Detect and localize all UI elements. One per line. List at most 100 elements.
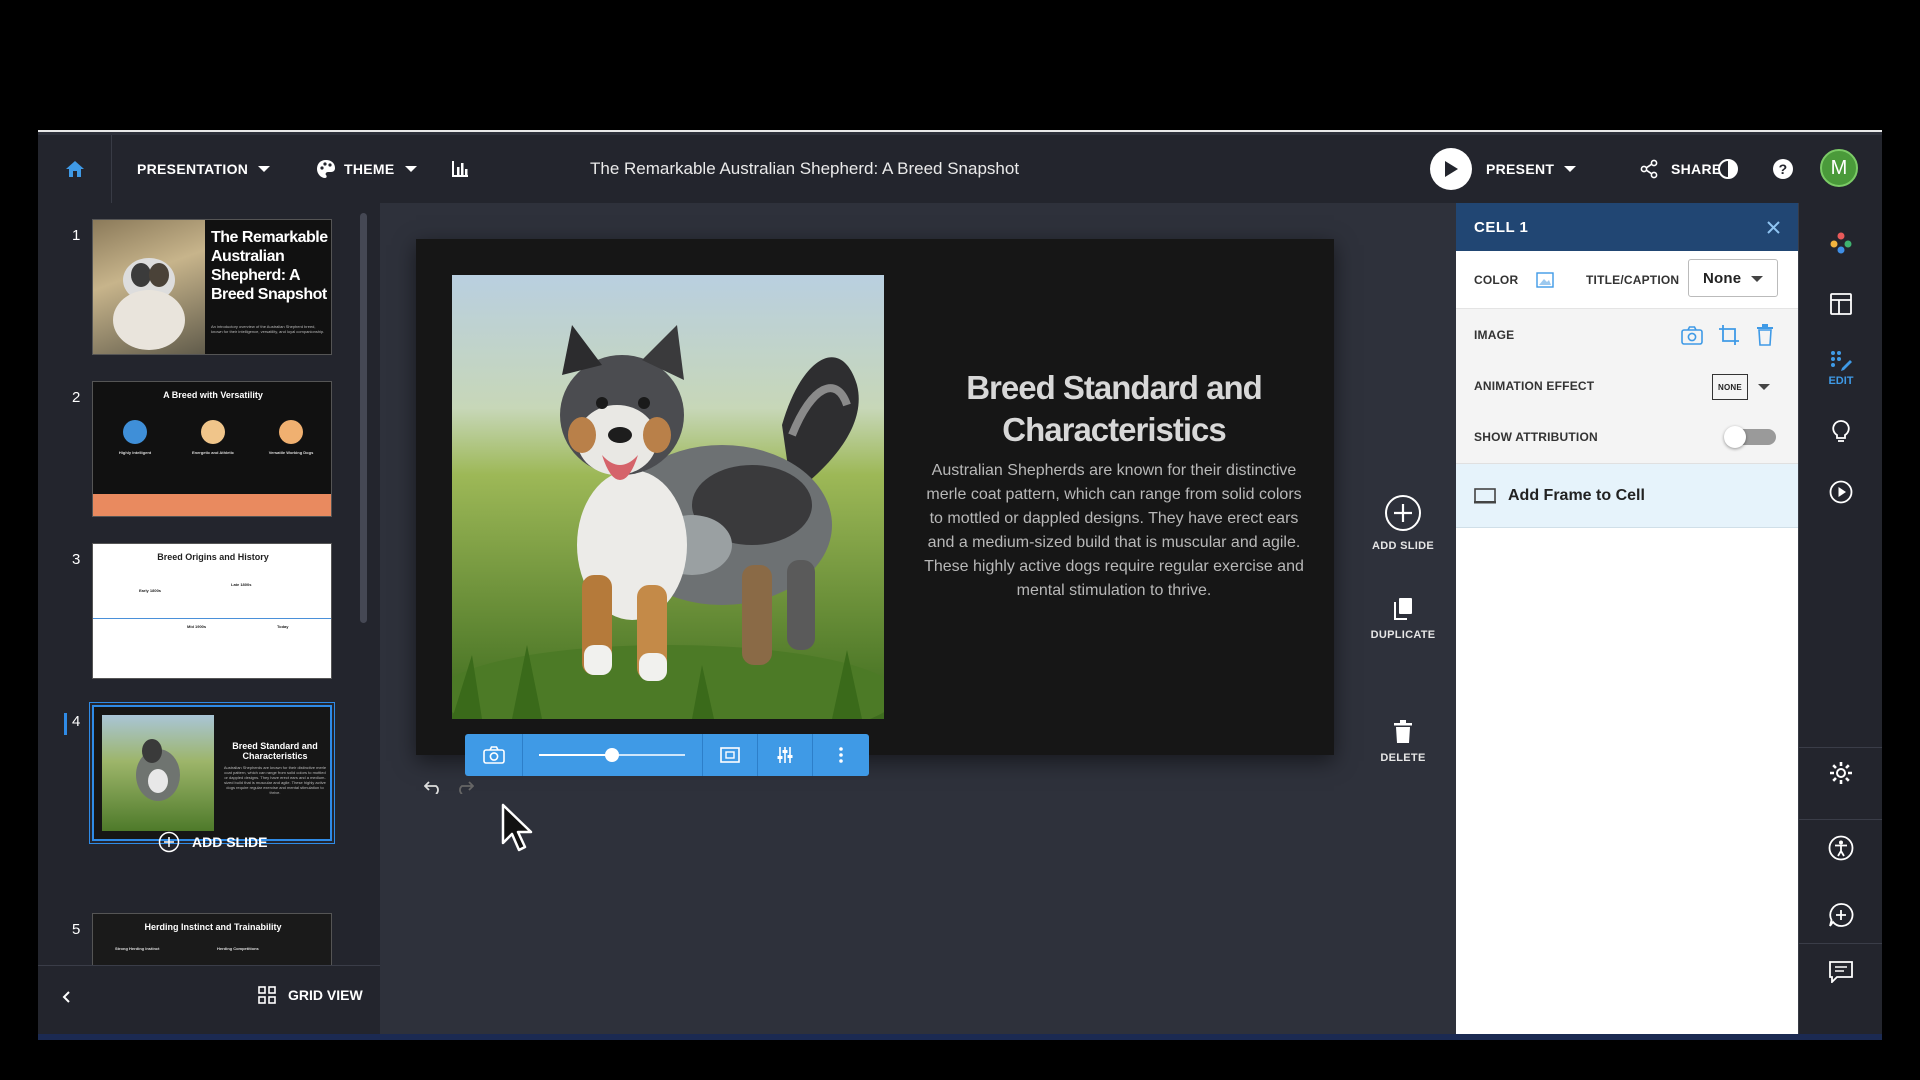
thumb-item: Strong Herding Instinct bbox=[115, 946, 160, 951]
thumb-photo bbox=[102, 715, 214, 831]
attribution-toggle[interactable] bbox=[1724, 426, 1776, 448]
theme-menu[interactable]: THEME bbox=[316, 135, 417, 203]
accessibility-icon bbox=[1828, 835, 1854, 861]
zoom-slider[interactable] bbox=[523, 734, 703, 776]
chevron-down-icon bbox=[1751, 276, 1763, 282]
thumb-title: The Remarkable Australian Shepherd: A Br… bbox=[211, 229, 328, 303]
chevron-down-icon bbox=[404, 166, 417, 172]
camera-icon bbox=[482, 746, 505, 764]
speaker-notes-button[interactable] bbox=[1799, 961, 1882, 983]
image-label: IMAGE bbox=[1474, 328, 1515, 342]
help-button[interactable]: ? bbox=[1772, 135, 1794, 203]
add-frame-button[interactable]: Add Frame to Cell bbox=[1456, 464, 1798, 528]
delete-slide-button[interactable]: DELETE bbox=[1358, 720, 1448, 764]
trash-icon[interactable] bbox=[1756, 324, 1774, 346]
home-button[interactable] bbox=[38, 135, 112, 203]
plus-circle-icon bbox=[1385, 495, 1421, 531]
settings-button[interactable] bbox=[1799, 761, 1882, 785]
add-slide-side-button[interactable]: ADD SLIDE bbox=[1358, 494, 1448, 552]
fit-image-button[interactable] bbox=[703, 734, 758, 776]
undo-redo-controls bbox=[424, 780, 474, 794]
slide-heading[interactable]: Breed Standard and Characteristics bbox=[914, 367, 1314, 451]
user-avatar[interactable]: M bbox=[1820, 149, 1858, 187]
animation-row: ANIMATION EFFECT NONE bbox=[1456, 361, 1798, 411]
present-label: PRESENT bbox=[1486, 161, 1555, 177]
edit-button[interactable]: EDIT bbox=[1799, 349, 1882, 387]
thumb-item: Energetic and Athletic bbox=[191, 450, 235, 455]
duplicate-icon bbox=[1394, 598, 1412, 620]
thumb-title: Herding Instinct and Trainability bbox=[144, 922, 282, 932]
window-bottom-border bbox=[38, 1034, 1882, 1040]
thumb-number: 4 bbox=[72, 713, 81, 730]
dog-icon bbox=[279, 420, 303, 444]
animation-select[interactable]: NONE bbox=[1712, 374, 1748, 400]
add-slide-label: ADD SLIDE bbox=[192, 834, 268, 850]
presentation-menu[interactable]: PRESENTATION bbox=[137, 135, 271, 203]
add-frame-label: Add Frame to Cell bbox=[1508, 486, 1645, 504]
share-button[interactable]: SHARE bbox=[1639, 135, 1722, 203]
image-adjust-button[interactable] bbox=[758, 734, 813, 776]
notes-icon bbox=[1829, 961, 1853, 983]
replace-image-button[interactable] bbox=[465, 734, 523, 776]
help-icon: ? bbox=[1773, 159, 1793, 179]
accessibility-button[interactable] bbox=[1799, 835, 1882, 861]
panel-title: CELL 1 bbox=[1474, 218, 1529, 236]
layout-icon bbox=[1830, 293, 1852, 315]
layout-button[interactable] bbox=[1799, 293, 1882, 315]
attribution-label: SHOW ATTRIBUTION bbox=[1474, 430, 1598, 444]
slide-thumbnail-4[interactable]: Breed Standard and Characteristics Austr… bbox=[92, 705, 332, 841]
title-caption-label: TITLE/CAPTION bbox=[1586, 273, 1680, 287]
bolt-icon bbox=[201, 420, 225, 444]
close-icon[interactable] bbox=[1767, 221, 1780, 234]
add-slide-button[interactable]: ADD SLIDE bbox=[158, 831, 267, 853]
add-comment-button[interactable] bbox=[1799, 902, 1882, 928]
thumbnails-scrollbar[interactable] bbox=[360, 213, 367, 623]
attribution-row: SHOW ATTRIBUTION bbox=[1456, 411, 1798, 463]
chevron-left-icon bbox=[62, 991, 70, 1003]
camera-icon[interactable] bbox=[1681, 325, 1703, 345]
add-slide-side-label: ADD SLIDE bbox=[1372, 540, 1434, 552]
chevron-down-icon[interactable] bbox=[1758, 384, 1770, 390]
top-bar: PRESENTATION THEME The Remarkable Austra… bbox=[38, 135, 1882, 203]
toggle-knob bbox=[1724, 426, 1746, 448]
undo-icon[interactable] bbox=[424, 780, 442, 794]
animation-label: ANIMATION EFFECT bbox=[1474, 379, 1595, 393]
sliders-icon bbox=[777, 747, 793, 763]
ai-assistant-button[interactable] bbox=[1799, 231, 1882, 255]
thumb-title: Breed Standard and Characteristics bbox=[232, 741, 318, 761]
present-button[interactable]: PRESENT bbox=[1430, 135, 1577, 203]
grid-view-button[interactable]: GRID VIEW bbox=[258, 986, 363, 1004]
collapse-panel-button[interactable] bbox=[60, 990, 74, 1009]
crop-icon[interactable] bbox=[1718, 324, 1740, 346]
slide-body-text[interactable]: Australian Shepherds are known for their… bbox=[924, 459, 1304, 603]
image-color-icon[interactable] bbox=[1536, 272, 1554, 288]
presentation-menu-label: PRESENTATION bbox=[137, 161, 249, 177]
share-icon bbox=[1640, 159, 1658, 179]
image-row: IMAGE bbox=[1456, 309, 1798, 361]
mouse-cursor-icon bbox=[501, 803, 533, 852]
title-caption-select[interactable]: None bbox=[1688, 259, 1778, 297]
thumb-number: 3 bbox=[72, 551, 81, 568]
thumb-title: A Breed with Versatility bbox=[163, 390, 263, 400]
rail-divider bbox=[1799, 819, 1882, 820]
slide-thumbnail-3[interactable]: Breed Origins and History Early 1800s La… bbox=[92, 543, 332, 679]
chevron-down-icon bbox=[258, 166, 271, 172]
thumb-item: Highly Intelligent bbox=[118, 450, 152, 455]
zoom-slider-handle[interactable] bbox=[605, 748, 619, 762]
redo-icon[interactable] bbox=[456, 780, 474, 794]
contrast-toggle[interactable] bbox=[1717, 135, 1739, 203]
duplicate-button[interactable]: DUPLICATE bbox=[1358, 597, 1448, 641]
slide-thumbnail-2[interactable]: A Breed with Versatility Highly Intellig… bbox=[92, 381, 332, 517]
rail-divider bbox=[1799, 747, 1882, 748]
more-vertical-icon bbox=[839, 747, 843, 763]
frame-icon bbox=[1474, 487, 1496, 503]
slide-canvas[interactable]: Breed Standard and Characteristics Austr… bbox=[416, 239, 1334, 755]
slide-thumbnail-1[interactable]: The Remarkable Australian Shepherd: A Br… bbox=[92, 219, 332, 355]
bar-chart-icon bbox=[452, 161, 468, 177]
more-options-button[interactable] bbox=[813, 734, 869, 776]
analytics-button[interactable] bbox=[450, 135, 470, 203]
playback-button[interactable] bbox=[1799, 480, 1882, 504]
slide-image-cell[interactable] bbox=[452, 275, 884, 719]
document-title[interactable]: The Remarkable Australian Shepherd: A Br… bbox=[590, 135, 1019, 203]
ideas-button[interactable] bbox=[1799, 420, 1882, 444]
